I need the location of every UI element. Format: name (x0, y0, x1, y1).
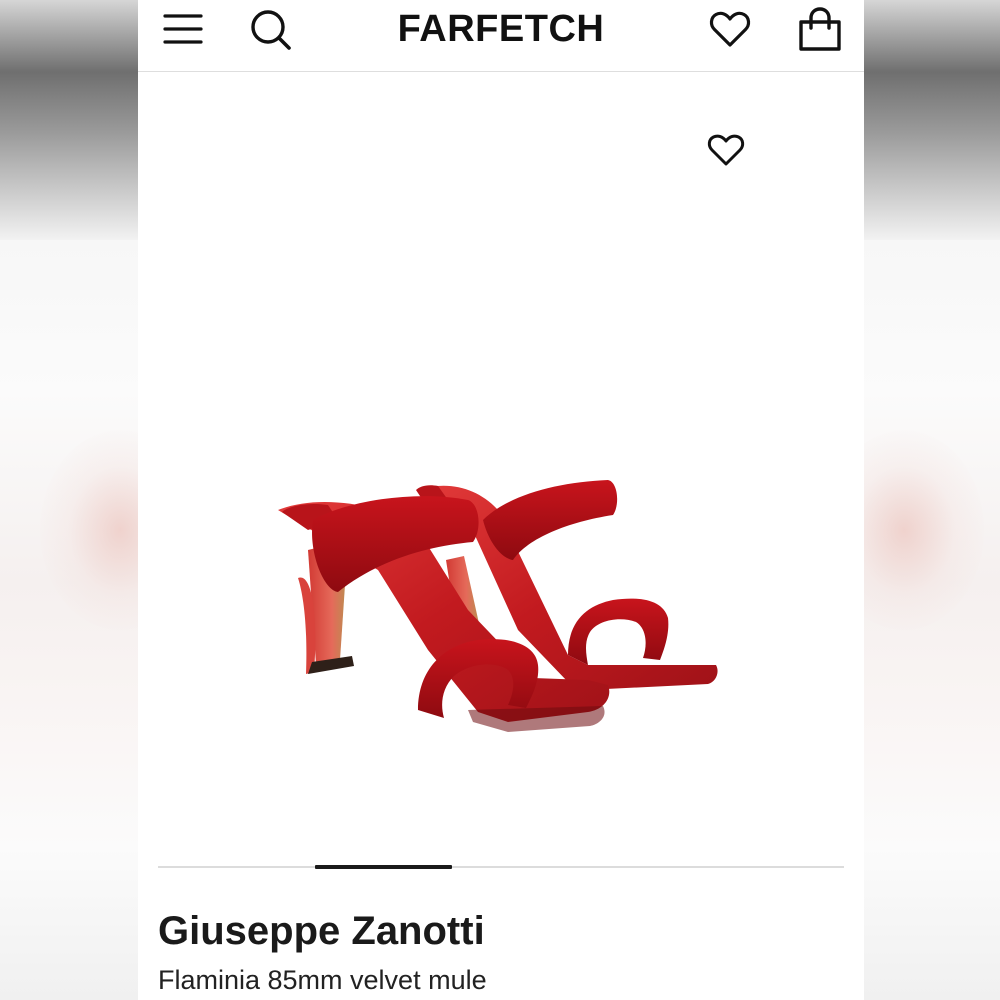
top-navigation-bar: FARFETCH (138, 0, 864, 72)
blurred-background-left (0, 0, 138, 1000)
gallery-active-indicator (315, 865, 452, 869)
product-brand[interactable]: Giuseppe Zanotti (158, 906, 485, 956)
shopping-bag-icon[interactable] (798, 6, 842, 52)
search-icon[interactable] (248, 7, 292, 51)
product-page: FARFETCH Giuseppe Zanotti Flaminia 85mm … (138, 0, 864, 1000)
blur-band (864, 0, 1000, 240)
farfetch-logo[interactable]: FARFETCH (338, 6, 664, 52)
blurred-background-right (864, 0, 1000, 1000)
product-image[interactable] (268, 460, 728, 750)
hamburger-menu-icon[interactable] (162, 8, 204, 50)
heart-icon[interactable] (708, 7, 752, 51)
add-to-wishlist-heart-icon[interactable] (704, 128, 748, 172)
product-name: Flaminia 85mm velvet mule (158, 965, 487, 995)
blur-band (0, 0, 138, 240)
image-gallery-progress[interactable] (158, 865, 844, 869)
